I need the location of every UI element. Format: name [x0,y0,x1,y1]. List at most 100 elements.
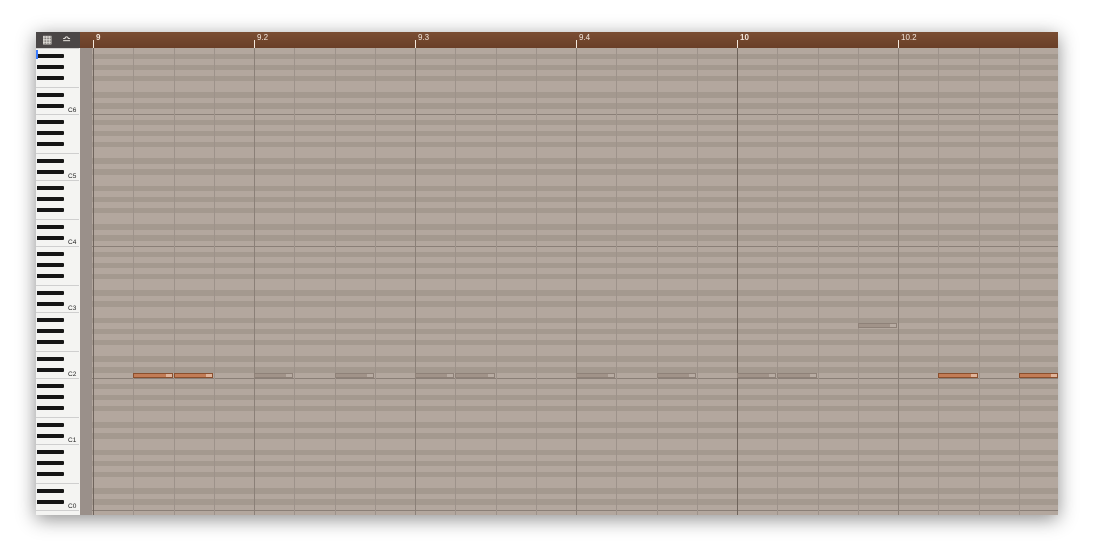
midi-note[interactable] [415,372,455,378]
grid-black-row [92,422,1058,428]
piano-black-key[interactable] [37,318,64,323]
grid-beat-line [173,48,175,515]
velocity-strip [80,48,92,515]
ruler-tick [576,40,577,48]
grid-black-row [92,224,1058,230]
piano-black-key[interactable] [37,92,64,97]
grid-black-row [92,196,1058,202]
midi-note[interactable] [1018,372,1058,378]
midi-note[interactable] [173,372,213,378]
grid-black-row [92,130,1058,136]
piano-black-key[interactable] [37,120,64,125]
ruler-tick [737,40,738,48]
piano-black-key[interactable] [37,197,64,202]
piano-black-key[interactable] [37,406,64,411]
piano-black-key[interactable] [37,76,64,81]
piano-black-key[interactable] [37,131,64,136]
grid-black-row [92,273,1058,279]
piano-black-key[interactable] [37,252,64,257]
grid-beat-line [455,48,457,515]
piano-octave-label: C0 [68,503,77,510]
midi-note[interactable] [857,323,897,328]
grid-black-row [92,433,1058,439]
piano-black-key[interactable] [37,142,64,147]
piano-black-key[interactable] [37,186,64,191]
piano-black-key[interactable] [37,263,64,268]
piano-black-key[interactable] [37,395,64,400]
ruler-tick [93,40,94,48]
grid-black-row [92,290,1058,296]
piano-black-key[interactable] [37,235,64,240]
grid-beat-line [495,48,497,515]
grid-octave-line [92,378,1058,379]
clip-view-icon[interactable]: ▦ [42,33,52,47]
grid-black-row [92,75,1058,81]
midi-note[interactable] [737,372,777,378]
grid-black-row [92,235,1058,241]
piano-key-separator [36,48,79,49]
fold-icon[interactable]: ≏ [62,33,71,47]
grid-beat-line [294,48,296,515]
piano-black-key[interactable] [37,103,64,108]
note-velocity-tail [205,373,212,377]
piano-black-key[interactable] [37,54,64,59]
midi-editor-window: ▦ ≏ 99.29.39.41010.210.310.4 C6C5C4C3C2C… [36,32,1058,515]
piano-key-separator [36,218,79,220]
grid-beat-line [978,48,980,515]
ruler-tick [254,40,255,48]
midi-note[interactable] [334,372,374,378]
piano-black-key[interactable] [37,472,64,477]
piano-black-key[interactable] [37,499,64,504]
midi-note[interactable] [656,372,696,378]
grid-beat-line [133,48,135,515]
grid-beat-line [93,48,94,515]
piano-black-key[interactable] [37,422,64,427]
piano-black-key[interactable] [37,461,64,466]
grid-beat-line [656,48,658,515]
ruler-marker-label: 9 [96,33,101,42]
midi-note[interactable] [254,372,294,378]
grid-beat-line [213,48,215,515]
piano-key-separator [36,444,79,445]
piano-key-separator [36,416,79,418]
ruler-marker-label: 10 [740,33,749,42]
grid-black-row [92,383,1058,389]
note-velocity-tail [286,373,293,377]
piano-black-key[interactable] [37,169,64,174]
piano-black-key[interactable] [37,384,64,389]
note-grid[interactable] [92,48,1058,515]
selected-key-marker [36,50,38,59]
note-velocity-tail [165,373,172,377]
piano-black-key[interactable] [37,340,64,345]
midi-note[interactable] [455,372,495,378]
grid-black-row [92,317,1058,323]
piano-black-key[interactable] [37,224,64,229]
piano-black-key[interactable] [37,356,64,361]
piano-black-key[interactable] [37,367,64,372]
piano-black-key[interactable] [37,65,64,70]
midi-note[interactable] [133,372,173,378]
piano-black-key[interactable] [37,158,64,163]
note-velocity-tail [487,373,494,377]
piano-black-key[interactable] [37,488,64,493]
piano-black-key[interactable] [37,329,64,334]
midi-note[interactable] [777,372,817,378]
grid-black-row [92,64,1058,70]
piano-keyboard[interactable]: C6 C5 C4 C3 C2 C1 C0 [36,48,81,515]
piano-black-key[interactable] [37,433,64,438]
piano-black-key[interactable] [37,208,64,213]
beat-ruler[interactable]: 99.29.39.41010.210.310.4 [80,32,1058,48]
grid-beat-line [334,48,336,515]
piano-key-separator [36,114,79,115]
piano-key-separator [36,180,79,181]
piano-key-separator [36,152,79,154]
piano-black-key[interactable] [37,274,64,279]
piano-black-key[interactable] [37,290,64,295]
midi-note[interactable] [938,372,978,378]
note-velocity-tail [608,373,615,377]
piano-black-key[interactable] [37,450,64,455]
grid-beat-line [696,48,698,515]
piano-black-key[interactable] [37,301,64,306]
midi-note[interactable] [576,372,616,378]
note-velocity-tail [769,373,776,377]
